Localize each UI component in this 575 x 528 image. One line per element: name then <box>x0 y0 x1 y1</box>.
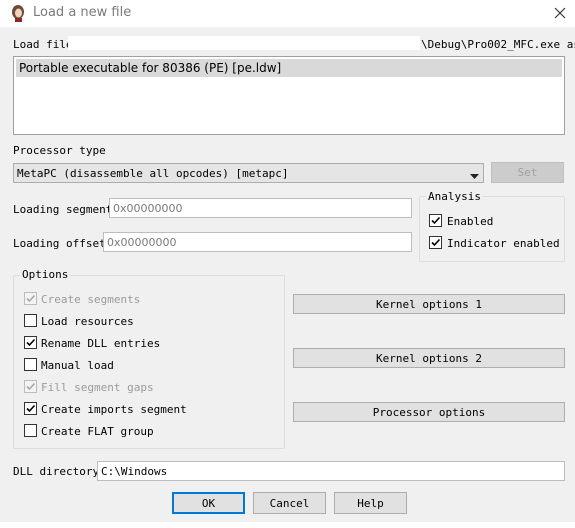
kernel-options-1-button[interactable]: Kernel options 1 <box>293 294 565 314</box>
set-button[interactable]: Set <box>491 162 564 183</box>
enabled-label: Enabled <box>447 215 494 228</box>
analysis-title: Analysis <box>426 190 483 203</box>
create-segments-label: Create segments <box>41 293 141 306</box>
processor-type-label: Processor type <box>13 144 106 157</box>
close-icon[interactable] <box>548 2 572 24</box>
chevron-down-icon <box>470 170 479 183</box>
loading-offset-input[interactable]: 0x00000000 <box>103 232 412 252</box>
background-window-strip <box>0 522 575 528</box>
loading-segment-label: Loading segment <box>13 203 113 216</box>
kernel-options-2-button[interactable]: Kernel options 2 <box>293 348 565 368</box>
rename-dll-entries-checkbox[interactable] <box>24 336 37 349</box>
load-file-label: Load file <box>13 38 73 51</box>
create-imports-segment-label: Create imports segment <box>41 403 187 416</box>
title-bar[interactable]: Load a new file <box>0 0 575 27</box>
loading-segment-input[interactable]: 0x00000000 <box>109 198 412 218</box>
analysis-group <box>419 196 565 262</box>
file-format-list[interactable]: Portable executable for 80386 (PE) [pe.l… <box>13 56 565 135</box>
processor-type-select[interactable]: MetaPC (disassemble all opcodes) [metapc… <box>13 163 484 183</box>
loading-offset-label: Loading offset <box>13 237 106 250</box>
dll-directory-label: DLL directory <box>13 465 100 478</box>
create-flat-group-checkbox[interactable] <box>24 424 37 437</box>
create-imports-segment-checkbox[interactable] <box>24 402 37 415</box>
window-title: Load a new file <box>33 5 132 20</box>
manual-load-label: Manual load <box>41 359 114 372</box>
enabled-checkbox[interactable] <box>429 214 442 227</box>
list-item[interactable]: Portable executable for 80386 (PE) [pe.l… <box>16 59 562 77</box>
options-title: Options <box>20 268 71 281</box>
processor-type-value: MetaPC (disassemble all opcodes) [metapc… <box>17 167 289 180</box>
fill-segment-gaps-label: Fill segment gaps <box>41 381 154 394</box>
ok-button[interactable]: OK <box>172 492 245 514</box>
indicator-enabled-checkbox[interactable] <box>429 236 442 249</box>
load-file-path: \Debug\Pro002_MFC.exe as <box>421 38 575 51</box>
help-button[interactable]: Help <box>334 492 407 514</box>
load-resources-label: Load resources <box>41 315 134 328</box>
cancel-button[interactable]: Cancel <box>253 492 326 514</box>
create-flat-group-label: Create FLAT group <box>41 425 154 438</box>
create-segments-checkbox <box>24 292 37 305</box>
ida-icon <box>9 4 27 22</box>
load-file-dialog: Load a new file Load file \Debug\Pro002_… <box>0 0 575 522</box>
dll-directory-input[interactable]: C:\Windows <box>97 461 565 481</box>
file-path-redacted <box>68 36 420 50</box>
fill-segment-gaps-checkbox <box>24 380 37 393</box>
processor-options-button[interactable]: Processor options <box>293 402 565 422</box>
indicator-enabled-label: Indicator enabled <box>447 237 560 250</box>
rename-dll-entries-label: Rename DLL entries <box>41 337 161 350</box>
manual-load-checkbox[interactable] <box>24 358 37 371</box>
load-resources-checkbox[interactable] <box>24 314 37 327</box>
